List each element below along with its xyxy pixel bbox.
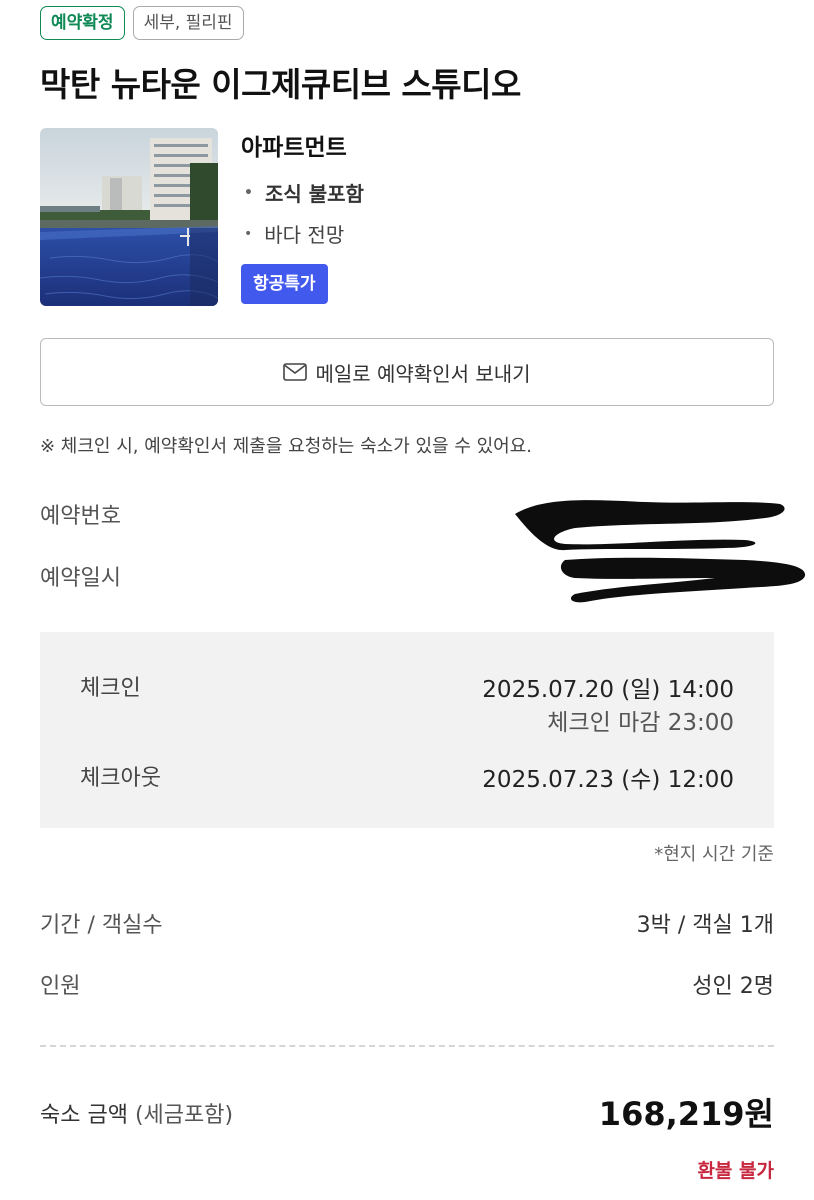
- price-label-note: (세금포함): [134, 1103, 234, 1128]
- status-badge: 예약확정: [40, 6, 125, 40]
- hotel-title: 막탄 뉴타운 이그제큐티브 스튜디오: [40, 65, 521, 104]
- period-label: 기간 / 객실수: [40, 913, 163, 938]
- bullet-icon: •: [244, 225, 253, 242]
- reservation-date-label: 예약일시: [40, 566, 121, 591]
- local-time-note: *현지 시간 기준: [654, 844, 774, 865]
- bullet-icon: •: [244, 184, 253, 201]
- guests-value: 성인 2명: [692, 974, 774, 999]
- room-type: 아파트먼트: [241, 135, 347, 161]
- period-value: 3박 / 객실 1개: [636, 913, 774, 938]
- schedule-panel: 체크인 2025.07.20 (일) 14:00 체크인 마감 23:00 체크…: [40, 632, 774, 828]
- feature-label: 바다 전망: [264, 223, 345, 247]
- feature-item: • 바다 전망: [244, 219, 344, 248]
- checkin-deadline: 체크인 마감 23:00: [547, 710, 734, 736]
- send-email-label: 메일로 예약확인서 보내기: [315, 361, 531, 386]
- refund-policy: 환불 불가: [697, 1160, 774, 1182]
- badge-row: 예약확정 세부, 필리핀: [40, 6, 244, 40]
- price-amount: 168,219원: [598, 1095, 774, 1133]
- checkin-value: 2025.07.20 (일) 14:00: [482, 677, 734, 703]
- divider: [40, 1045, 774, 1047]
- notice-text: ※ 체크인 시, 예약확인서 제출을 요청하는 숙소가 있을 수 있어요.: [40, 436, 533, 457]
- hotel-pool-photo: [40, 128, 218, 306]
- feature-item: • 조식 불포함: [244, 178, 364, 207]
- promo-badge: 항공특가: [241, 264, 328, 304]
- redaction-mark: [515, 500, 806, 603]
- send-email-button[interactable]: 메일로 예약확인서 보내기: [40, 338, 774, 406]
- checkout-label: 체크아웃: [80, 766, 161, 791]
- checkout-value: 2025.07.23 (수) 12:00: [482, 767, 734, 793]
- guests-label: 인원: [40, 974, 81, 999]
- location-badge: 세부, 필리핀: [132, 6, 244, 40]
- mail-icon: [283, 363, 308, 381]
- hotel-thumbnail[interactable]: [40, 128, 218, 306]
- checkin-label: 체크인: [80, 676, 141, 701]
- price-label-text: 숙소 금액: [40, 1103, 128, 1128]
- feature-label: 조식 불포함: [264, 182, 364, 206]
- price-label: 숙소 금액 (세금포함): [40, 1097, 233, 1129]
- reservation-number-label: 예약번호: [40, 504, 121, 529]
